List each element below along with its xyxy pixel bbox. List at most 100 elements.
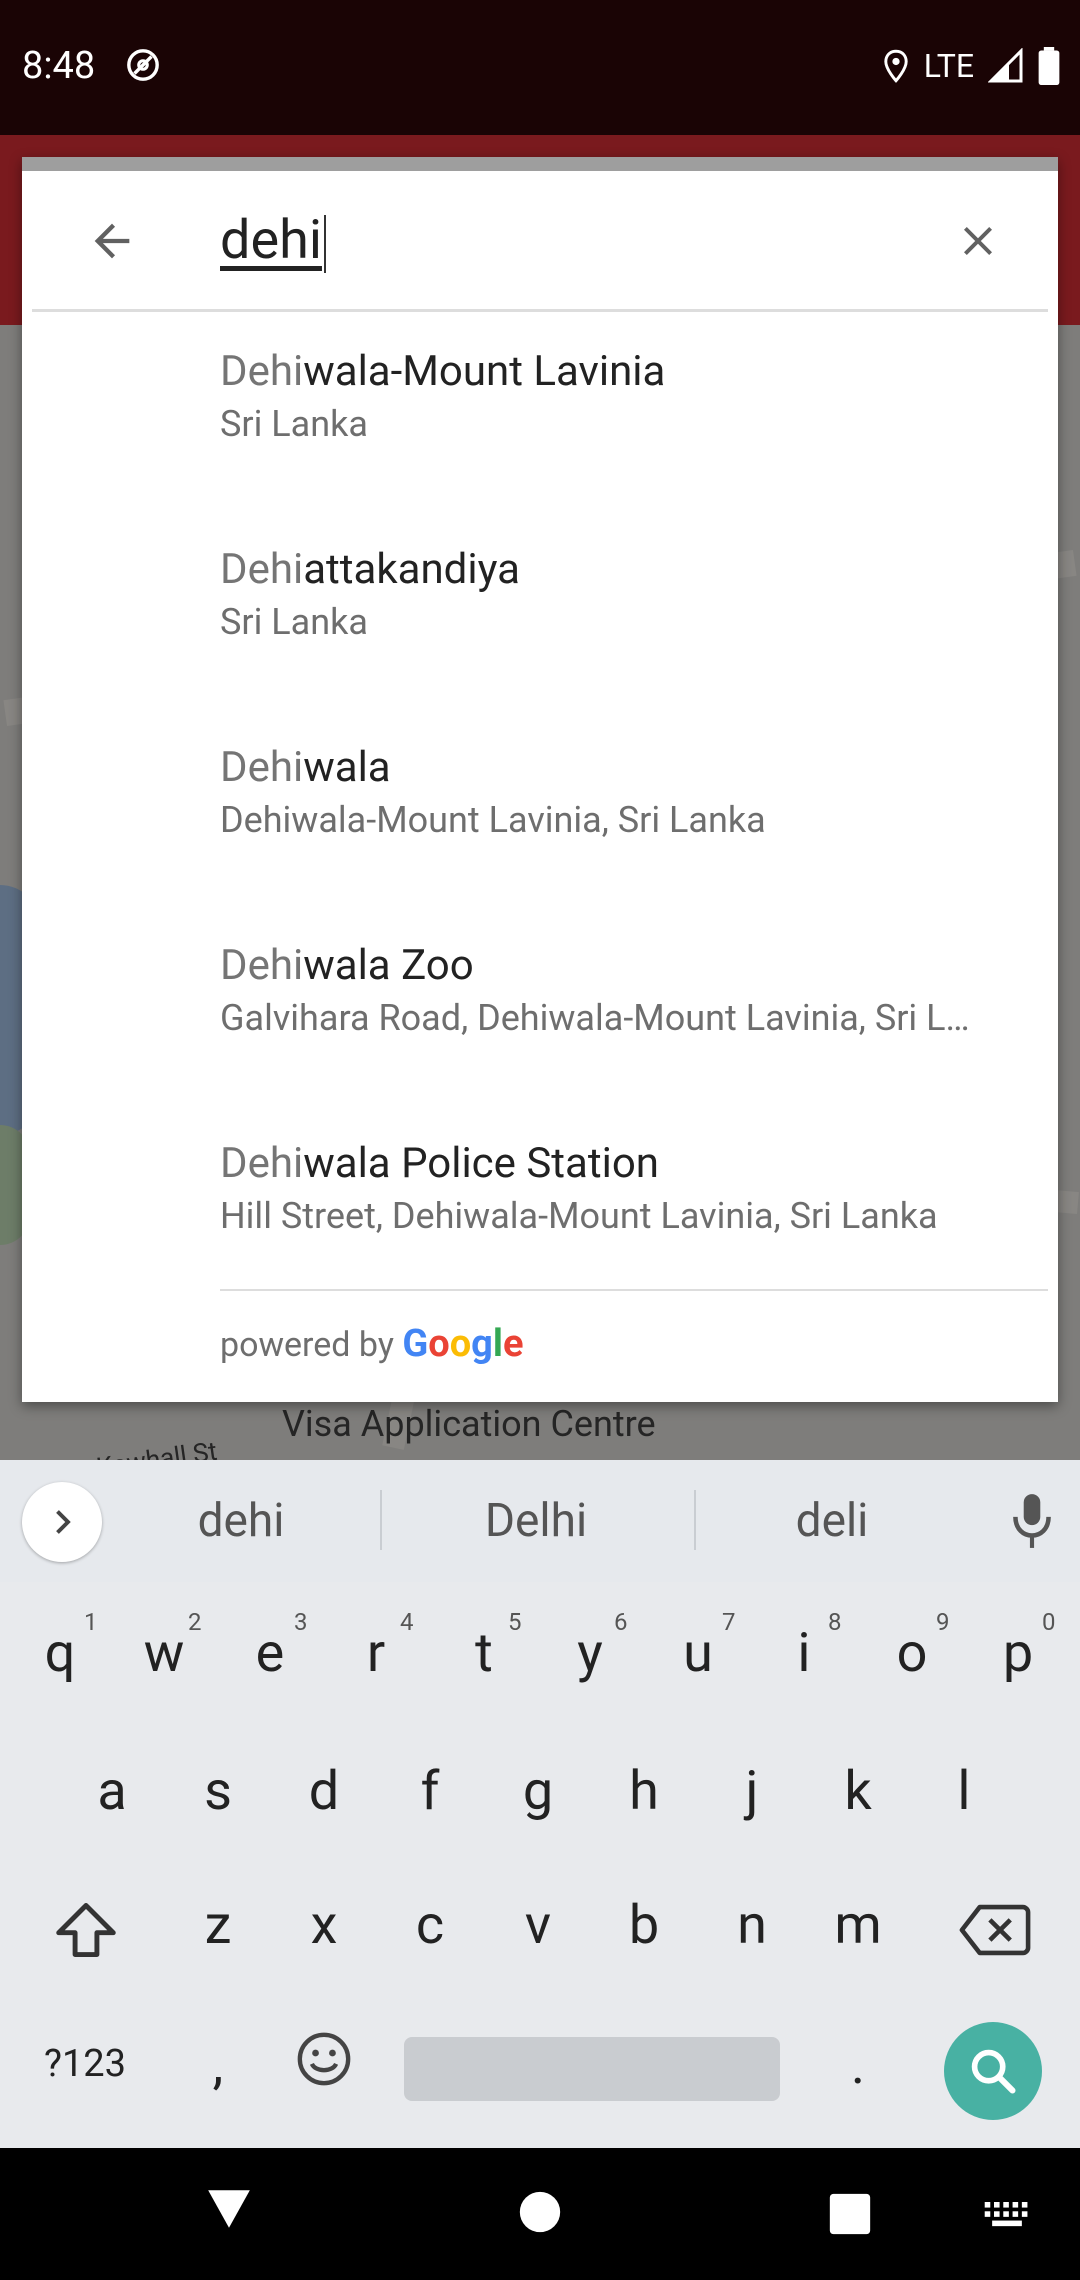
result-match-text: Dehi (220, 941, 304, 990)
key-x[interactable]: x (282, 1894, 366, 1957)
key-r[interactable]: r4 (334, 1608, 418, 1685)
key-t[interactable]: t5 (442, 1608, 526, 1685)
nav-home-button[interactable] (518, 2190, 562, 2238)
key-s[interactable]: s (176, 1760, 260, 1823)
suggestion[interactable]: deli (714, 1460, 950, 1582)
key-b[interactable]: b (602, 1894, 686, 1957)
result-match-text: Dehi (220, 743, 304, 792)
search-icon (971, 2049, 1016, 2094)
key-d[interactable]: d (282, 1760, 366, 1823)
key-w[interactable]: w2 (122, 1608, 206, 1685)
result-secondary-text: Galvihara Road, Dehiwala-Mount Lavinia, … (220, 997, 970, 1039)
result-rest-text: attakandiya (303, 545, 520, 594)
result-rest-text: wala (303, 743, 391, 792)
result-item[interactable]: Dehiwala Zoo Galvihara Road, Dehiwala-Mo… (22, 891, 1058, 1089)
nav-recents-button[interactable] (828, 2192, 872, 2240)
suggestion[interactable]: Delhi (400, 1460, 672, 1582)
result-primary-text: Dehiattakandiya (220, 545, 520, 594)
keyboard-expand-button[interactable] (22, 1482, 102, 1562)
clear-search-button[interactable] (938, 201, 1018, 281)
google-logo: Google (402, 1322, 524, 1366)
result-primary-text: Dehiwala Police Station (220, 1139, 659, 1188)
result-primary-text: Dehiwala-Mount Lavinia (220, 347, 665, 396)
keyboard-switch-button[interactable] (984, 2202, 1030, 2232)
key-m[interactable]: m (816, 1894, 900, 1957)
result-item[interactable]: Dehiattakandiya Sri Lanka (22, 495, 1058, 693)
suggestion-separator (380, 1490, 382, 1550)
result-item[interactable]: Dehiwala Dehiwala-Mount Lavinia, Sri Lan… (22, 693, 1058, 891)
dialog-top-strip (22, 157, 1058, 171)
suggestion-separator (694, 1490, 696, 1550)
nav-home-icon (519, 2191, 561, 2233)
result-primary-text: Dehiwala (220, 743, 391, 792)
space-bar[interactable] (404, 2037, 780, 2101)
voice-input-button[interactable] (1002, 1488, 1062, 1554)
search-query-text: dehi (220, 209, 322, 272)
suggestion[interactable]: dehi (130, 1460, 352, 1582)
key-o[interactable]: o9 (870, 1608, 954, 1685)
key-u[interactable]: u7 (656, 1608, 740, 1685)
emoji-icon (297, 2032, 351, 2086)
keyboard-suggestion-bar: dehi Delhi deli (0, 1460, 1080, 1582)
period-key[interactable]: . (816, 2034, 900, 2097)
nav-back-button[interactable] (204, 2186, 254, 2236)
result-item[interactable]: Dehiwala-Mount Lavinia Sri Lanka (22, 297, 1058, 495)
key-h[interactable]: h (602, 1760, 686, 1823)
key-f[interactable]: f (388, 1760, 472, 1823)
key-z[interactable]: z (176, 1894, 260, 1957)
result-secondary-text: Sri Lanka (220, 601, 368, 643)
status-time: 8:48 (22, 44, 96, 88)
key-q[interactable]: q1 (18, 1608, 102, 1685)
backspace-key[interactable] (950, 1902, 1040, 1972)
key-c[interactable]: c (388, 1894, 472, 1957)
nav-back-icon (208, 2190, 250, 2228)
result-secondary-text: Sri Lanka (220, 403, 368, 445)
result-primary-text: Dehiwala Zoo (220, 941, 474, 990)
network-type: LTE (923, 47, 974, 85)
result-secondary-text: Dehiwala-Mount Lavinia, Sri Lanka (220, 799, 766, 841)
result-item[interactable]: Dehiwala Police Station Hill Street, Deh… (22, 1089, 1058, 1287)
system-navigation-bar (0, 2148, 1080, 2280)
shift-key[interactable] (44, 1900, 128, 1974)
signal-icon (988, 48, 1023, 83)
key-k[interactable]: k (816, 1760, 900, 1823)
comma-key[interactable]: , (176, 2034, 260, 2097)
key-p[interactable]: p0 (976, 1608, 1060, 1685)
result-rest-text: wala Police Station (303, 1139, 659, 1188)
vpn-status-icon (127, 49, 159, 81)
close-icon (964, 227, 992, 255)
arrow-back-icon (94, 223, 130, 259)
powered-by-text: powered by (220, 1325, 394, 1365)
status-bar: 8:48 LTE (0, 0, 1080, 135)
search-input[interactable]: dehi (220, 201, 326, 281)
back-button[interactable] (72, 201, 152, 281)
place-autocomplete-dialog: dehi Dehiwala-Mount Lavinia Sri Lanka De… (22, 157, 1058, 1402)
battery-icon (1038, 47, 1060, 85)
result-match-text: Dehi (220, 347, 304, 396)
nav-recents-icon (829, 2193, 871, 2235)
result-rest-text: wala-Mount Lavinia (303, 347, 666, 396)
key-i[interactable]: i8 (762, 1608, 846, 1685)
key-l[interactable]: l (922, 1760, 1006, 1823)
key-j[interactable]: j (710, 1760, 794, 1823)
keyboard-search-button[interactable] (944, 2022, 1042, 2120)
symbols-key[interactable]: ?123 (20, 2042, 150, 2086)
key-e[interactable]: e3 (228, 1608, 312, 1685)
result-match-text: Dehi (220, 1139, 304, 1188)
key-n[interactable]: n (710, 1894, 794, 1957)
emoji-key[interactable] (282, 2030, 366, 2102)
key-a[interactable]: a (70, 1760, 154, 1823)
attribution-divider (220, 1289, 1048, 1291)
result-secondary-text: Hill Street, Dehiwala-Mount Lavinia, Sri… (220, 1195, 938, 1237)
chevron-right-icon (56, 1510, 71, 1534)
key-g[interactable]: g (496, 1760, 580, 1823)
status-icons: LTE (882, 46, 1060, 86)
keyboard-icon (984, 2202, 1028, 2227)
backspace-icon (959, 1904, 1031, 1956)
location-icon (884, 49, 908, 83)
search-row: dehi (22, 171, 1058, 312)
result-match-text: Dehi (220, 545, 304, 594)
key-v[interactable]: v (496, 1894, 580, 1957)
key-y[interactable]: y6 (548, 1608, 632, 1685)
results-list: Dehiwala-Mount Lavinia Sri Lanka Dehiatt… (22, 297, 1058, 1287)
